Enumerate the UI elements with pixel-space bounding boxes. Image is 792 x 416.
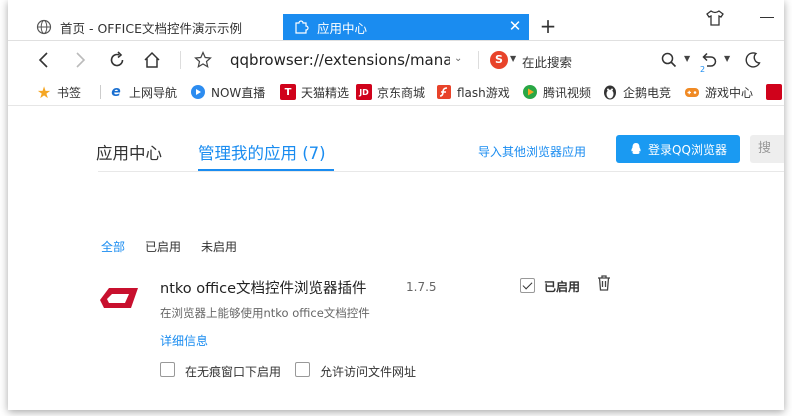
import-apps-link[interactable]: 导入其他浏览器应用 bbox=[478, 143, 586, 160]
bookmark-label: 书签 bbox=[57, 85, 82, 100]
star-outline-icon bbox=[194, 51, 212, 69]
tab-label: 应用中心 bbox=[317, 20, 368, 36]
chevron-down-icon[interactable]: ⌄ bbox=[454, 53, 462, 64]
trash-icon[interactable] bbox=[596, 274, 612, 292]
tab-home[interactable]: 首页 - OFFICE文档控件演示示例 bbox=[36, 14, 281, 40]
enabled-label: 已启用 bbox=[544, 280, 581, 294]
reload-button[interactable] bbox=[105, 48, 129, 72]
qq-penguin-icon bbox=[631, 143, 641, 154]
bookmark-star-button[interactable] bbox=[191, 48, 215, 72]
chevron-down-icon[interactable]: ▼ bbox=[724, 54, 730, 63]
search-apps-button[interactable]: 搜 bbox=[750, 135, 784, 163]
tab-bar: 首页 - OFFICE文档控件演示示例 应用中心 ✕ + bbox=[8, 0, 784, 40]
bookmark-label: 京东商城 bbox=[377, 85, 426, 100]
bookmark-item[interactable]: NOW直播 bbox=[190, 83, 265, 101]
close-icon[interactable]: ✕ bbox=[507, 18, 523, 34]
minimize-button[interactable] bbox=[760, 10, 774, 18]
filter-disabled[interactable]: 未启用 bbox=[201, 238, 237, 255]
undo-count-badge: 2 bbox=[700, 65, 706, 74]
extensions-page: 应用中心 管理我的应用 (7) 导入其他浏览器应用 登录QQ浏览器 搜 全部 已… bbox=[8, 106, 784, 410]
filter-enabled[interactable]: 已启用 bbox=[145, 238, 181, 255]
bookmark-item[interactable]: flash游戏 bbox=[436, 83, 510, 101]
incognito-checkbox[interactable] bbox=[160, 362, 175, 377]
reload-icon bbox=[110, 51, 124, 67]
bookmark-item[interactable]: T 天猫精选 bbox=[280, 83, 349, 101]
extension-name: ntko office文档控件浏览器插件 bbox=[160, 281, 367, 297]
ntko-logo-icon bbox=[96, 274, 144, 322]
video-icon bbox=[523, 85, 537, 99]
jd-icon: JD bbox=[356, 84, 372, 100]
back-button[interactable] bbox=[32, 48, 56, 72]
file-url-label: 允许访问文件网址 bbox=[320, 365, 417, 379]
sogou-search-icon[interactable]: S bbox=[490, 51, 508, 69]
browser-window: 首页 - OFFICE文档控件演示示例 应用中心 ✕ + qqbrowser:/… bbox=[8, 0, 784, 410]
address-input[interactable]: qqbrowser://extensions/manag bbox=[230, 51, 450, 69]
extension-description: 在浏览器上能够使用ntko office文档控件 bbox=[160, 306, 370, 320]
bookmark-label: 企鹅电竞 bbox=[623, 85, 672, 100]
bookmark-item[interactable]: 腾讯视频 bbox=[522, 83, 591, 101]
enabled-checkbox[interactable] bbox=[520, 278, 535, 293]
bookmark-label: flash游戏 bbox=[457, 85, 510, 100]
chevron-down-icon[interactable]: ▼ bbox=[510, 54, 516, 63]
search-input[interactable]: 在此搜索 bbox=[522, 52, 572, 71]
login-label: 登录QQ浏览器 bbox=[648, 142, 727, 157]
search-icon[interactable] bbox=[660, 51, 678, 69]
game-icon bbox=[685, 88, 699, 97]
ie-icon: e bbox=[108, 84, 124, 100]
bookmark-item[interactable]: 游戏中心 bbox=[684, 83, 753, 101]
flash-icon bbox=[437, 85, 451, 99]
divider bbox=[100, 85, 101, 99]
penguin-icon bbox=[604, 85, 616, 100]
tab-manage-apps[interactable]: 管理我的应用 (7) bbox=[198, 140, 326, 164]
bookmark-label: 天猫精选 bbox=[301, 85, 350, 100]
bookmark-overflow-icon bbox=[766, 84, 782, 100]
incognito-label: 在无痕窗口下启用 bbox=[185, 365, 282, 379]
tab-app-center[interactable]: 应用中心 ✕ bbox=[283, 14, 529, 40]
bookmark-folder[interactable]: ★ 书签 bbox=[36, 82, 82, 102]
forward-button[interactable] bbox=[68, 48, 92, 72]
bookmark-label: NOW直播 bbox=[211, 85, 266, 100]
shirt-icon[interactable] bbox=[705, 10, 725, 26]
address-toolbar: qqbrowser://extensions/manag ⌄ S ▼ 在此搜索 … bbox=[8, 40, 784, 78]
bookmark-label: 上网导航 bbox=[129, 85, 178, 100]
filter-all[interactable]: 全部 bbox=[101, 238, 125, 255]
bookmarks-bar: ★ 书签 e 上网导航 NOW直播 T 天猫精选 JD 京东商城 flash游戏… bbox=[8, 78, 784, 106]
chevron-left-icon bbox=[38, 52, 48, 68]
login-qq-browser-button[interactable]: 登录QQ浏览器 bbox=[616, 135, 740, 163]
file-url-checkbox[interactable] bbox=[295, 362, 310, 377]
globe-icon bbox=[36, 19, 52, 35]
puzzle-icon bbox=[295, 20, 309, 34]
bookmark-label: 腾讯视频 bbox=[543, 85, 592, 100]
chevron-down-icon[interactable]: ▼ bbox=[684, 54, 690, 63]
bookmark-item[interactable] bbox=[766, 83, 784, 101]
now-icon bbox=[191, 85, 205, 99]
tmall-icon: T bbox=[280, 84, 296, 100]
details-link[interactable]: 详细信息 bbox=[160, 332, 208, 349]
tab-app-center-page[interactable]: 应用中心 bbox=[96, 140, 162, 164]
star-icon: ★ bbox=[36, 82, 52, 102]
extension-version: 1.7.5 bbox=[406, 280, 437, 294]
home-icon bbox=[144, 51, 160, 68]
bookmark-item[interactable]: e 上网导航 bbox=[108, 83, 177, 101]
bookmark-item[interactable]: JD 京东商城 bbox=[356, 83, 425, 101]
divider bbox=[180, 51, 181, 69]
home-button[interactable] bbox=[140, 48, 164, 72]
bookmark-label: 游戏中心 bbox=[705, 85, 754, 100]
bookmark-item[interactable]: 企鹅电竞 bbox=[602, 83, 671, 101]
night-mode-icon[interactable] bbox=[744, 51, 762, 69]
new-tab-button[interactable]: + bbox=[536, 14, 560, 40]
divider bbox=[478, 51, 479, 69]
divider bbox=[98, 171, 784, 172]
tab-label: 首页 - OFFICE文档控件演示示例 bbox=[60, 20, 242, 36]
chevron-right-icon bbox=[76, 52, 86, 68]
